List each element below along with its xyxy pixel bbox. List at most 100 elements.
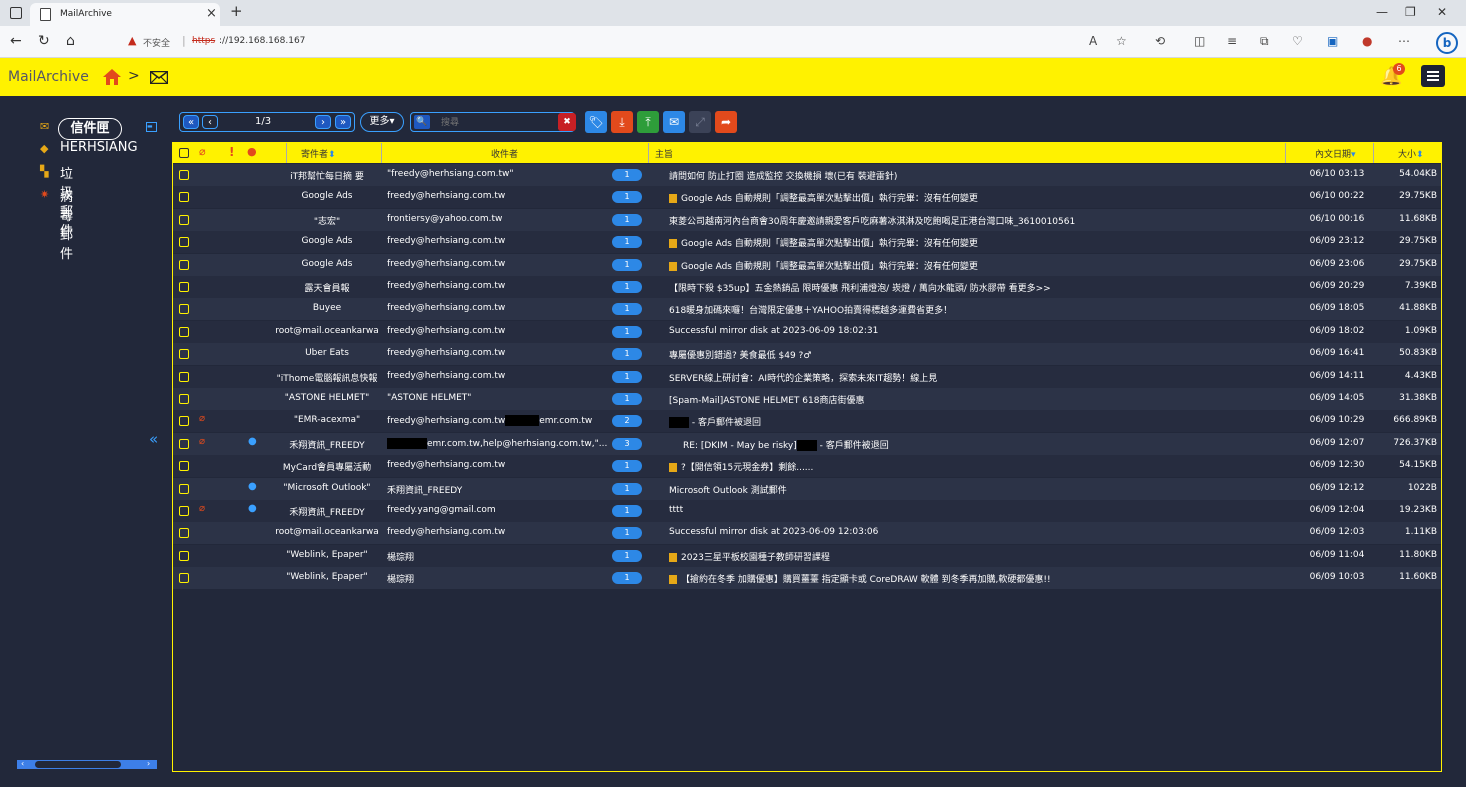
scroll-right-icon[interactable]: › — [147, 759, 150, 768]
col-subject[interactable]: 主旨 — [655, 147, 673, 160]
split-screen-icon[interactable]: ◫ — [1194, 34, 1205, 48]
row-checkbox[interactable] — [179, 416, 189, 427]
table-row[interactable]: "志宏" frontiersy@yahoo.com.tw 1 東菱公司越南河內台商會3… — [173, 208, 1441, 231]
bing-chat-icon[interactable]: b — [1436, 32, 1458, 54]
mail-icon[interactable] — [150, 71, 168, 84]
thread-count-badge[interactable]: 2 — [612, 415, 642, 428]
scroll-left-icon[interactable]: ‹ — [21, 759, 24, 768]
row-checkbox[interactable] — [179, 349, 189, 360]
table-row[interactable]: Google Ads freedy@herhsiang.com.tw 1 Google… — [173, 253, 1441, 276]
url-scheme[interactable]: https — [192, 36, 215, 46]
search-input[interactable] — [439, 115, 543, 131]
table-row[interactable]: ⌀ ● 禾翔資訊_FREEDY freedy.yang@gmail.com 1 tttt 0… — [173, 500, 1441, 522]
row-checkbox[interactable] — [179, 550, 189, 561]
browser-tab[interactable]: MailArchive × — [30, 3, 220, 26]
row-checkbox[interactable] — [179, 506, 189, 516]
prev-page-button[interactable]: ‹ — [202, 115, 218, 129]
next-page-button[interactable]: › — [315, 115, 331, 129]
restore-icon[interactable]: ❐ — [1405, 5, 1416, 19]
url-host[interactable]: ://192.168.168.167 — [219, 36, 305, 46]
thread-count-badge[interactable]: 1 — [612, 191, 642, 204]
new-tab-icon[interactable]: + — [230, 2, 243, 20]
table-row[interactable]: 露天會員報 freedy@herhsiang.com.tw 1 【限時下殺 $35up… — [173, 276, 1441, 298]
select-all-checkbox[interactable] — [179, 148, 189, 158]
tab-actions-icon[interactable] — [10, 7, 22, 19]
collapse-sidebar-icon[interactable]: « — [149, 430, 158, 448]
row-checkbox[interactable] — [179, 483, 189, 494]
table-row[interactable]: Google Ads freedy@herhsiang.com.tw 1 Google… — [173, 186, 1441, 209]
settings-mail-icon[interactable]: ✉ — [663, 111, 685, 133]
attachment-col-icon[interactable]: ⌀ — [199, 145, 206, 158]
download-icon[interactable]: ⤓ — [611, 111, 633, 133]
last-page-button[interactable]: » — [335, 115, 351, 129]
thread-count-badge[interactable]: 1 — [612, 393, 642, 405]
more-menu-icon[interactable]: ⋯ — [1398, 34, 1410, 48]
office-icon[interactable]: ▣ — [1327, 34, 1338, 48]
thread-count-badge[interactable]: 1 — [612, 527, 642, 540]
col-date[interactable]: 內文日期▾ — [1315, 147, 1356, 160]
upload-icon[interactable]: ⤒ — [637, 111, 659, 133]
scrollbar-thumb[interactable] — [35, 761, 121, 768]
row-checkbox[interactable] — [179, 528, 189, 539]
app-title[interactable]: MailArchive — [8, 69, 89, 85]
folder-toggle-icon[interactable]: ▬ — [146, 122, 157, 132]
inbox-label[interactable]: 信件匣 — [58, 118, 122, 140]
row-checkbox[interactable] — [179, 170, 189, 180]
thread-count-badge[interactable]: 1 — [612, 505, 642, 517]
thread-count-badge[interactable]: 1 — [612, 303, 642, 316]
priority-col-icon[interactable]: ! — [229, 145, 234, 159]
close-window-icon[interactable]: ✕ — [1437, 5, 1447, 19]
row-checkbox[interactable] — [179, 192, 189, 203]
table-row[interactable]: ● "Microsoft Outlook" 禾翔資訊_FREEDY 1 Microsof… — [173, 477, 1441, 500]
row-checkbox[interactable] — [179, 282, 189, 292]
col-recipient[interactable]: 收件者 — [491, 147, 518, 160]
refresh-icon[interactable]: ↻ — [38, 33, 50, 49]
table-row[interactable]: iT邦幫忙每日摘 要 "freedy@herhsiang.com.tw" 1 請問如何… — [173, 164, 1441, 186]
table-row[interactable]: "ASTONE HELMET" "ASTONE HELMET" 1 [Spam-Mai… — [173, 388, 1441, 410]
favorites-list-icon[interactable]: ≡ — [1227, 34, 1237, 48]
hamburger-menu-button[interactable] — [1421, 65, 1445, 87]
table-row[interactable]: "Weblink, Epaper" 楊琮翔 1 2023三星平板校園種子教師研習課程 0… — [173, 544, 1441, 567]
expand-icon[interactable]: ⤢ — [689, 111, 711, 133]
row-checkbox[interactable] — [179, 438, 189, 449]
person-col-icon[interactable]: ● — [247, 145, 257, 158]
thread-count-badge[interactable]: 1 — [612, 169, 642, 181]
collections-icon[interactable]: ⧉ — [1260, 34, 1269, 49]
thread-count-badge[interactable]: 1 — [612, 236, 642, 249]
insecure-label[interactable]: 不安全 — [143, 36, 170, 49]
thread-count-badge[interactable]: 1 — [612, 348, 642, 361]
table-row[interactable]: "Weblink, Epaper" 楊琮翔 1 【搶約在冬季 加購優惠】購買薑薹 指定… — [173, 567, 1441, 590]
row-checkbox[interactable] — [179, 371, 189, 382]
table-row[interactable]: root@mail.oceankarwa freedy@herhsiang.com… — [173, 320, 1441, 343]
row-checkbox[interactable] — [179, 259, 189, 270]
thread-count-badge[interactable]: 1 — [612, 572, 642, 585]
thread-count-badge[interactable]: 3 — [612, 437, 642, 450]
table-row[interactable]: Google Ads freedy@herhsiang.com.tw 1 Google… — [173, 231, 1441, 254]
thread-count-badge[interactable]: 1 — [612, 258, 642, 271]
clear-search-button[interactable]: ✖ — [558, 113, 576, 131]
row-checkbox[interactable] — [179, 394, 189, 404]
row-checkbox[interactable] — [179, 214, 189, 225]
home-browser-icon[interactable]: ⌂ — [66, 33, 75, 49]
table-row[interactable]: Uber Eats freedy@herhsiang.com.tw 1 專屬優惠別錯過… — [173, 343, 1441, 366]
minimize-icon[interactable]: — — [1376, 5, 1388, 19]
more-dropdown[interactable]: 更多▾ — [360, 112, 404, 132]
row-checkbox[interactable] — [179, 326, 189, 337]
row-checkbox[interactable] — [179, 304, 189, 315]
first-page-button[interactable]: « — [183, 115, 199, 129]
browser-essentials-icon[interactable]: ♡ — [1292, 34, 1303, 48]
forward-icon[interactable]: ➦ — [715, 111, 737, 133]
read-aloud-icon[interactable]: A — [1089, 34, 1097, 48]
thread-count-badge[interactable]: 1 — [612, 482, 642, 495]
tag-button-icon[interactable]: 🏷 — [585, 111, 607, 133]
warning-icon[interactable]: ▲ — [128, 34, 136, 47]
col-size[interactable]: 大小⬍ — [1398, 147, 1424, 160]
thread-count-badge[interactable]: 1 — [612, 370, 642, 383]
table-row[interactable]: ⌀ "EMR-acexma" freedy@herhsiang.com.tw emr.… — [173, 410, 1441, 433]
profile-icon[interactable]: ● — [1362, 34, 1372, 48]
thread-count-badge[interactable]: 1 — [612, 460, 642, 473]
row-checkbox[interactable] — [179, 573, 189, 584]
extensions-icon[interactable]: ⟲ — [1155, 34, 1165, 48]
home-icon[interactable] — [102, 68, 122, 86]
favorite-icon[interactable]: ☆ — [1116, 34, 1127, 48]
